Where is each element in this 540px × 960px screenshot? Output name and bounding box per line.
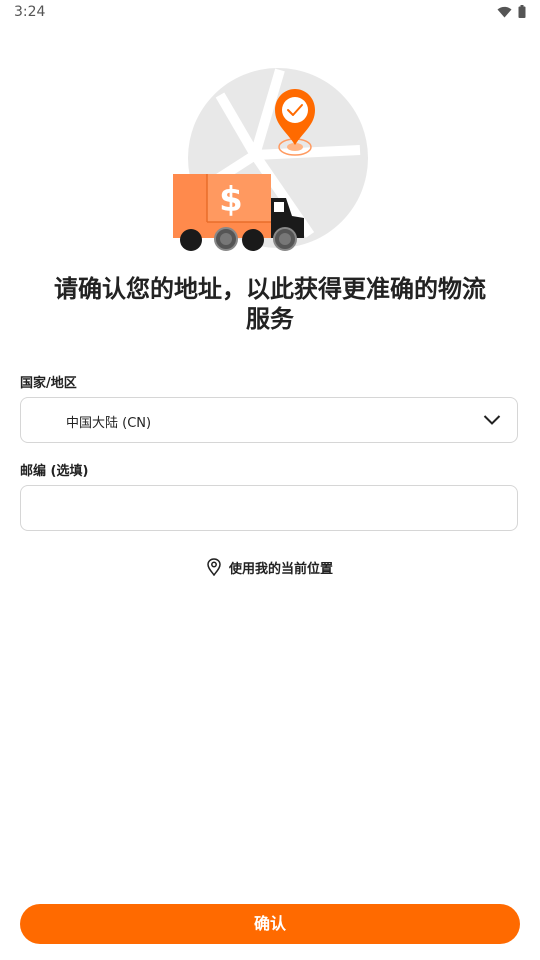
truck-map-illustration: $ (173, 68, 368, 251)
truck-wheel (242, 229, 264, 251)
use-current-location-link[interactable]: 使用我的当前位置 (0, 556, 540, 578)
country-select[interactable]: 中国大陆 (CN) (20, 397, 518, 443)
status-bar: 3:24 (0, 0, 540, 24)
confirm-button[interactable]: 确认 (20, 904, 520, 944)
location-pin-icon (207, 558, 221, 576)
truck-wheel (180, 229, 202, 251)
page-title-line-1: 请确认您的地址，以此获得更准确的物流 (54, 275, 486, 303)
dollar-sign: $ (219, 180, 243, 220)
address-confirm-screen: 3:24 $ 请确认您的地址，以此获得更准确的物流 服务 国家/地区 中国大陆 … (0, 0, 540, 960)
country-select-value: 中国大陆 (CN) (66, 416, 152, 431)
zip-field[interactable] (20, 485, 518, 531)
wifi-icon (497, 6, 512, 17)
zip-label: 邮编 (选填) (20, 464, 89, 479)
page-title-line-2: 服务 (246, 305, 294, 333)
chevron-down-icon (483, 415, 501, 425)
page-title: 请确认您的地址，以此获得更准确的物流 服务 (40, 274, 500, 334)
delivery-illustration: $ (160, 60, 380, 260)
country-label: 国家/地区 (20, 376, 77, 391)
status-icons (497, 5, 526, 18)
use-current-location-label: 使用我的当前位置 (228, 561, 333, 577)
battery-icon (518, 5, 526, 18)
zip-input[interactable] (33, 492, 507, 526)
status-time: 3:24 (14, 4, 46, 20)
